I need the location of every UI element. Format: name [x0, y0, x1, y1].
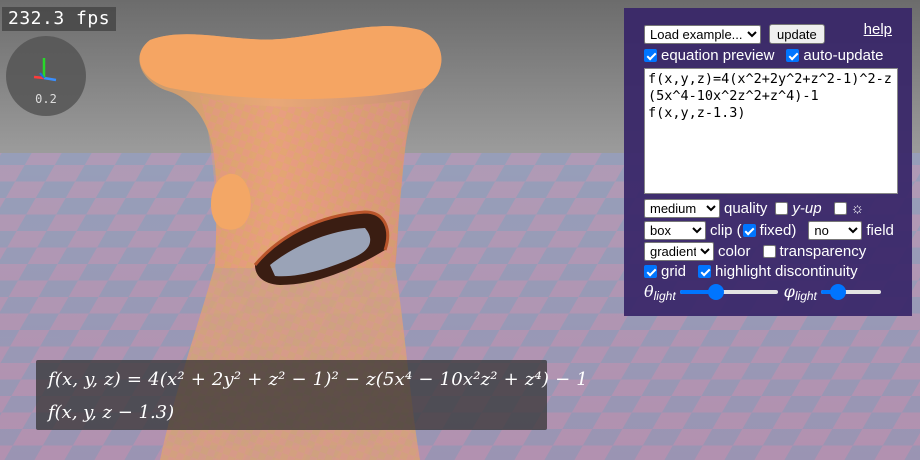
sun-icon: ☼	[850, 200, 865, 217]
viewport[interactable]: 232.3 fps 0.2 Load example... update hel…	[0, 0, 920, 460]
fixed-label: fixed)	[759, 222, 797, 239]
fixed-checkbox[interactable]	[742, 224, 756, 237]
transparency-label: transparency	[779, 243, 867, 260]
clip-label: clip (	[710, 222, 742, 239]
phi-symbol: φ	[783, 282, 795, 301]
transparency-checkbox[interactable]	[762, 245, 776, 258]
surface-side-hole	[210, 173, 251, 230]
z-axis-line	[43, 76, 57, 82]
phi-light-slider[interactable]	[820, 283, 881, 300]
highlight-discontinuity-checkbox[interactable]	[698, 265, 712, 278]
color-select[interactable]: gradient	[644, 242, 714, 261]
axes-gizmo[interactable]: 0.2	[6, 36, 86, 116]
phi-subscript: light	[794, 288, 817, 303]
equation-preview-label: equation preview	[661, 47, 775, 64]
field-select[interactable]: no	[808, 221, 863, 240]
theta-symbol: θ	[644, 282, 654, 301]
equation-preview-box: f(x, y, z) = 4(x² + 2y² + z² − 1)² − z(5…	[36, 360, 588, 430]
example-select[interactable]: Load example...	[644, 24, 761, 44]
gizmo-scale-label: 0.2	[35, 92, 57, 106]
update-button[interactable]: update	[769, 24, 825, 44]
auto-update-label: auto-update	[803, 47, 884, 64]
clip-select[interactable]: box	[644, 221, 706, 240]
light-theme-checkbox[interactable]	[833, 202, 847, 215]
auto-update-checkbox[interactable]	[786, 49, 800, 62]
equation-preview-line-1: f(x, y, z) = 4(x² + 2y² + z² − 1)² − z(5…	[48, 369, 588, 390]
help-link[interactable]: help	[864, 21, 892, 38]
theta-light-slider[interactable]	[679, 283, 778, 300]
equation-line-1-text: f(x, y, z) = 4(x² + 2y² + z² − 1)² − z(5…	[48, 369, 588, 390]
highlight-discontinuity-label: highlight discontinuity	[715, 263, 858, 280]
fps-counter: 232.3 fps	[2, 7, 117, 31]
quality-label: quality	[724, 200, 768, 217]
field-label: field	[866, 222, 894, 239]
equation-preview-line-2: f(x, y, z − 1.3)	[48, 402, 175, 423]
y-up-label: y-up	[792, 200, 822, 217]
color-label: color	[718, 243, 751, 260]
equation-input[interactable]	[644, 68, 898, 194]
grid-checkbox[interactable]	[644, 265, 657, 278]
y-up-checkbox[interactable]	[775, 202, 789, 215]
grid-label: grid	[661, 263, 687, 280]
theta-subscript: light	[653, 288, 676, 303]
control-panel: Load example... update help equation pre…	[624, 8, 912, 316]
quality-select[interactable]: medium	[644, 199, 720, 218]
equation-preview-checkbox[interactable]	[644, 49, 657, 62]
